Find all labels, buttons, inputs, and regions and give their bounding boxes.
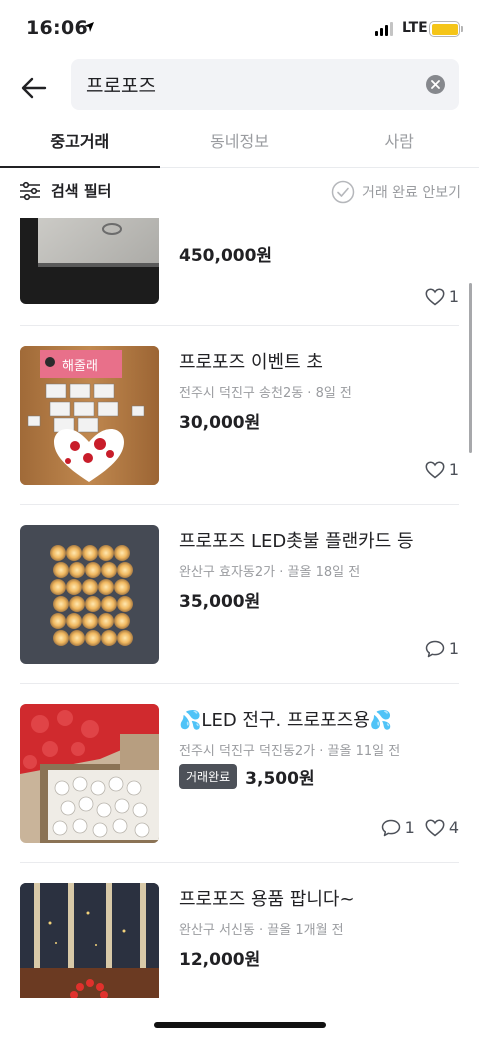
cellular-signal-icon — [375, 22, 393, 36]
item-price: 450,000원 — [179, 246, 273, 266]
status-badge: 거래완료 — [179, 764, 238, 789]
item-title[interactable]: 💦LED 전구. 프로포즈용💦 — [179, 706, 392, 732]
tab-local-info[interactable]: 동네정보 — [160, 118, 320, 167]
led-bulbs-photo — [20, 704, 159, 843]
like-count-value: 1 — [448, 287, 459, 306]
item-meta: 전주시 덕진구 송천2동 · 8일 전 — [179, 386, 352, 401]
item-meta: 전주시 덕진구 덕진동2가 · 끌올 11일 전 — [179, 744, 401, 759]
search-filter-button[interactable]: 검색 필터 — [19, 180, 111, 201]
item-price-row: 12,000원 — [179, 945, 260, 970]
comment-count: 1 — [425, 639, 459, 658]
item-stats: 1 — [425, 460, 459, 479]
search-filter-label: 검색 필터 — [51, 182, 112, 200]
heart-icon — [425, 819, 445, 836]
led-candles-photo — [20, 525, 159, 664]
item-price: 30,000원 — [179, 413, 261, 433]
list-item[interactable]: 해줄래 프로포즈 이벤트 초 전주시 덕진구 송천2동 · 8일 전 30,00… — [0, 346, 479, 524]
like-count: 1 — [425, 460, 459, 479]
heart-icon — [425, 288, 445, 305]
like-count-value: 4 — [448, 818, 459, 837]
close-icon — [431, 80, 440, 89]
item-price-row: 450,000원 — [179, 241, 272, 266]
search-input[interactable] — [86, 59, 406, 110]
location-arrow-icon — [84, 22, 94, 32]
item-title[interactable]: 프로포즈 용품 팝니다~ — [179, 885, 355, 911]
like-count: 1 — [425, 287, 459, 306]
item-stats: 1 — [425, 287, 459, 306]
back-button[interactable] — [18, 72, 50, 104]
listing: 450,000원 1 해줄래 프로포즈 이벤트 초 전주시 덕진구 송천2동 ·… — [0, 218, 479, 998]
item-thumbnail[interactable] — [20, 883, 159, 998]
item-thumbnail[interactable] — [20, 704, 159, 843]
banner-text: 해줄래 — [62, 359, 98, 374]
item-thumbnail[interactable] — [20, 525, 159, 664]
item-divider — [20, 683, 459, 684]
item-price: 35,000원 — [179, 592, 261, 612]
tab-people[interactable]: 사람 — [319, 118, 479, 167]
list-item[interactable]: 프로포즈 용품 팝니다~ 완산구 서신동 · 끌올 1개월 전 12,000원 — [0, 883, 479, 998]
item-stats: 1 4 — [381, 818, 459, 837]
tab-used-trade[interactable]: 중고거래 — [0, 118, 160, 168]
chat-bubble-icon — [425, 640, 445, 657]
item-stats: 1 — [425, 639, 459, 658]
status-bar: 16:06 LTE — [0, 0, 479, 60]
like-count: 4 — [425, 818, 459, 837]
search-box[interactable] — [71, 59, 459, 110]
category-tabs: 중고거래 동네정보 사람 — [0, 118, 479, 168]
chat-bubble-icon — [381, 819, 400, 836]
item-price-row: 거래완료 3,500원 — [179, 764, 315, 789]
item-meta: 완산구 효자동2가 · 끌올 18일 전 — [179, 565, 361, 580]
home-indicator[interactable] — [154, 1022, 326, 1028]
comment-count-value: 1 — [404, 818, 415, 837]
scrollbar[interactable] — [469, 283, 472, 453]
item-price: 12,000원 — [179, 950, 261, 970]
battery-icon — [429, 21, 460, 37]
filter-sliders-icon — [20, 181, 40, 200]
battery-tip — [461, 26, 463, 32]
item-title[interactable]: 프로포즈 LED촛불 플랜카드 등 — [179, 527, 414, 553]
back-arrow-icon — [21, 77, 47, 99]
heart-icon — [425, 461, 445, 478]
item-divider — [20, 325, 459, 326]
list-item[interactable]: 프로포즈 LED촛불 플랜카드 등 완산구 효자동2가 · 끌올 18일 전 3… — [0, 525, 479, 703]
item-thumbnail[interactable] — [20, 218, 159, 304]
clear-search-button[interactable] — [426, 75, 445, 94]
item-price-row: 30,000원 — [179, 408, 260, 433]
proposal-event-photo: 해줄래 — [20, 346, 159, 485]
comment-count: 1 — [381, 818, 415, 837]
item-price-row: 35,000원 — [179, 587, 260, 612]
item-divider — [20, 862, 459, 863]
status-time: 16:06 — [26, 17, 88, 39]
item-meta: 완산구 서신동 · 끌올 1개월 전 — [179, 923, 344, 938]
hide-completed-label: 거래 완료 안보기 — [361, 185, 461, 201]
filter-row: 검색 필터 거래 완료 안보기 — [0, 168, 479, 218]
item-price: 3,500원 — [245, 769, 315, 789]
item-divider — [20, 504, 459, 505]
item-thumbnail[interactable]: 해줄래 — [20, 346, 159, 485]
item-title[interactable]: 프로포즈 이벤트 초 — [179, 348, 323, 374]
like-count-value: 1 — [448, 460, 459, 479]
list-item[interactable]: 💦LED 전구. 프로포즈용💦 전주시 덕진구 덕진동2가 · 끌올 11일 전… — [0, 704, 479, 882]
list-item[interactable]: 450,000원 1 — [0, 218, 479, 341]
check-circle-icon — [331, 180, 355, 204]
comment-count-value: 1 — [448, 639, 459, 658]
network-label: LTE — [402, 20, 428, 36]
hide-completed-toggle[interactable]: 거래 완료 안보기 — [331, 180, 461, 204]
proposal-goods-photo — [20, 883, 159, 998]
ring-photo — [20, 218, 159, 304]
